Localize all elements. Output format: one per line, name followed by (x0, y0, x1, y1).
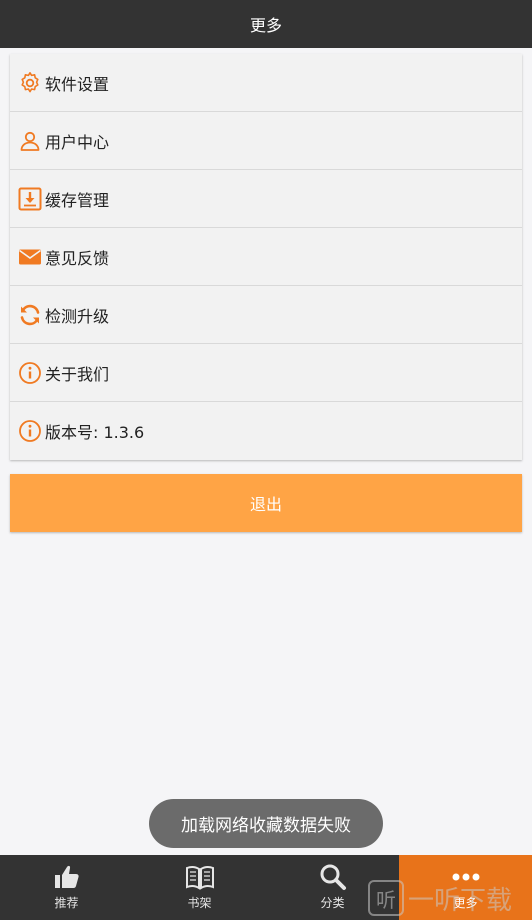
thumbs-up-icon (54, 865, 79, 888)
menu-item-software-settings[interactable]: 软件设置 (10, 54, 522, 112)
menu-item-label: 版本号: 1.3.6 (45, 423, 145, 442)
user-icon (17, 128, 43, 154)
info-icon (17, 418, 43, 444)
envelope-icon (17, 244, 43, 270)
toast-message: 加载网络收藏数据失败 (149, 799, 383, 848)
logout-button[interactable]: 退出 (10, 474, 522, 532)
menu-item-cache-management[interactable]: 缓存管理 (10, 170, 522, 228)
menu-item-version[interactable]: 版本号: 1.3.6 (10, 402, 522, 460)
menu-card: 软件设置 用户中心 缓存管理 意见反馈 检测升级 关于我们 版本号: 1.3.6 (10, 54, 522, 460)
titlebar: 更多 (0, 0, 532, 48)
menu-item-label: 关于我们 (45, 364, 110, 384)
menu-item-about-us[interactable]: 关于我们 (10, 344, 522, 402)
page-title: 更多 (249, 16, 282, 35)
tab-category[interactable]: 分类 (266, 855, 399, 920)
toast-text: 加载网络收藏数据失败 (181, 816, 351, 836)
tab-label: 书架 (187, 896, 212, 910)
more-dots-icon (452, 873, 479, 881)
tab-bookshelf[interactable]: 书架 (133, 855, 266, 920)
tab-label: 更多 (453, 896, 478, 910)
menu-item-label: 意见反馈 (45, 248, 110, 268)
tab-recommend[interactable]: 推荐 (0, 855, 133, 920)
menu-item-feedback[interactable]: 意见反馈 (10, 228, 522, 286)
download-box-icon (17, 186, 43, 212)
tab-label: 分类 (320, 896, 345, 910)
tab-label: 推荐 (54, 896, 79, 910)
menu-item-user-center[interactable]: 用户中心 (10, 112, 522, 170)
bottom-tab-bar: 推荐 书架 分类 更多 (0, 855, 532, 920)
menu-item-label: 软件设置 (45, 74, 110, 94)
logout-label: 退出 (249, 495, 282, 514)
info-icon (17, 360, 43, 386)
menu-item-check-update[interactable]: 检测升级 (10, 286, 522, 344)
search-icon (320, 864, 346, 890)
book-icon (185, 865, 214, 890)
gear-icon (17, 70, 43, 96)
menu-item-label: 缓存管理 (45, 190, 110, 210)
menu-item-label: 用户中心 (45, 132, 110, 152)
tab-more[interactable]: 更多 (399, 855, 532, 920)
refresh-icon (17, 302, 43, 328)
menu-item-label: 检测升级 (45, 306, 110, 326)
